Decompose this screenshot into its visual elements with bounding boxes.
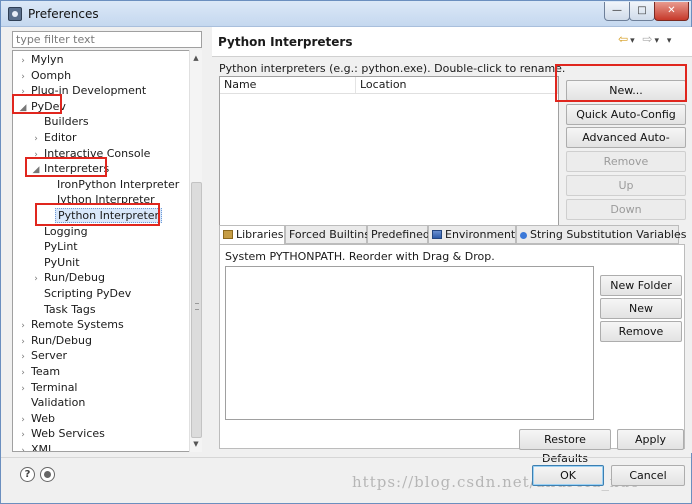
tree-item[interactable]: › Run/Debug [30,270,107,285]
eclipse-app-icon [8,7,22,21]
annotation-box-interpreters [25,157,107,177]
pythonpath-list[interactable] [225,266,594,420]
tree-item[interactable]: › Remote Systems [17,317,126,332]
tree-item-label: XML [31,443,55,452]
tree-item[interactable]: › Terminal [17,380,80,395]
tree-item-label: Server [31,349,68,363]
footer-divider [1,457,691,458]
tree-item-label: Team [31,365,61,378]
tree-item-label: Web Services [31,427,105,441]
tree-item-label: Run/Debug [31,333,92,347]
restore-defaults-button[interactable]: Restore Defaults [519,429,611,465]
tree-item-label: Mylyn [31,53,64,66]
interpreters-description: Python interpreters (e.g.: python.exe). … [219,62,566,75]
tab-forced-builtins[interactable]: Forced Builtins [285,225,370,244]
tree-item-label: Editor [44,131,77,144]
tree-item[interactable]: › Oomph [17,68,73,83]
tab-string-substitution-variables[interactable]: String Substitution Variables [516,225,686,244]
view-menu-icon[interactable]: ▾ [667,36,674,46]
page-title: Python Interpreters [218,35,353,49]
new-egg-zip-button[interactable]: New Egg/Zip(s) [600,298,682,334]
tree-item[interactable]: › Run/Debug [17,333,94,348]
apply-button[interactable]: Apply [617,429,684,450]
tab-libraries[interactable]: Libraries [219,225,285,245]
header-divider [220,93,558,94]
tree-item-label: Builders [44,115,89,129]
remove-interpreter-button[interactable]: Remove [566,151,686,172]
move-up-button[interactable]: Up [566,175,686,196]
column-header-location[interactable]: Location [356,77,558,93]
cancel-button[interactable]: Cancel [611,465,685,486]
remove-path-button[interactable]: Remove [600,321,682,342]
tree-item[interactable]: IronPython Interpreter [43,177,181,192]
library-icon [223,230,233,239]
tree-item-label: Validation [31,396,86,410]
variable-icon [520,232,527,239]
window-title: Preferences [28,7,99,21]
preferences-window: Preferences — □ ✕ ›Mylyn›Oomph›Plug-in D… [0,0,692,504]
tree-item[interactable]: Validation [17,395,87,410]
tree-item-label: Task Tags [44,302,96,316]
annotation-box-python-interpreter [35,203,160,226]
tab-predefined[interactable]: Predefined [367,225,430,244]
annotation-box-new-button [555,64,687,102]
move-down-button[interactable]: Down [566,199,686,220]
page-header: Python Interpreters ⇦▾ ⇨▾ ▾ [212,27,692,57]
collapsed-arrow-icon[interactable]: › [17,444,29,451]
scroll-down-arrow-icon[interactable]: ▼ [190,438,202,450]
title-bar: Preferences — □ ✕ [1,1,691,27]
back-menu-icon[interactable]: ▾ [630,36,637,46]
grip-icon [195,303,199,310]
tree-item[interactable]: Task Tags [30,302,98,317]
tree-item[interactable]: › Team [17,364,62,379]
tree-item[interactable]: › Server [17,348,69,363]
quick-auto-config-button[interactable]: Quick Auto-Config [566,104,686,125]
tree-item[interactable]: Scripting PyDev [30,286,133,301]
environment-icon [432,230,442,239]
column-header-name[interactable]: Name [220,77,356,93]
scroll-up-arrow-icon[interactable]: ▲ [190,52,202,64]
tree-item-label: Scripting PyDev [44,287,132,300]
filter-input[interactable] [12,31,202,48]
page-navigation: ⇦▾ ⇨▾ ▾ [618,32,673,46]
tree-item-label: Run/Debug [44,271,105,285]
tree-item-label: Terminal [31,380,78,394]
scroll-thumb[interactable] [191,182,202,438]
tree-item[interactable]: › Editor [30,130,79,145]
forward-menu-icon[interactable]: ▾ [654,36,661,46]
tree-item-label: PyLint [44,240,78,254]
close-button[interactable]: ✕ [654,2,689,21]
new-folder-button[interactable]: New Folder [600,275,682,296]
tree-item-label: Oomph [31,68,72,82]
advanced-auto-config-button[interactable]: Advanced Auto-Config [566,127,686,163]
minimize-button[interactable]: — [604,2,630,21]
system-pythonpath-label: System PYTHONPATH. Reorder with Drag & D… [225,250,495,263]
tree-item-label: Logging [44,224,88,238]
record-macro-icon[interactable] [40,467,55,482]
tree-item-label: IronPython Interpreter [57,177,180,191]
help-icon[interactable]: ? [20,467,35,482]
tree-item[interactable]: PyUnit [30,255,82,270]
forward-arrow-icon[interactable]: ⇨ [642,32,654,46]
tab-environment[interactable]: Environment [428,225,516,244]
tree-item[interactable]: › Mylyn [17,52,66,67]
ok-button[interactable]: OK [532,465,604,486]
annotation-box-pydev [12,94,62,114]
tree-item[interactable]: › XML [17,442,56,452]
tree-item-label: PyUnit [44,255,80,269]
tree-item-label: Web [31,411,55,425]
tree-item[interactable]: Builders [30,114,91,129]
tree-scrollbar[interactable]: ▲ ▼ [189,50,202,452]
interpreter-tabs: Libraries Forced Builtins Predefined Env… [219,225,686,245]
maximize-button[interactable]: □ [629,2,655,21]
back-arrow-icon[interactable]: ⇦ [618,32,630,46]
tree-item[interactable]: › Web Services [17,426,107,441]
tree-item[interactable]: PyLint [30,239,80,254]
libraries-panel: System PYTHONPATH. Reorder with Drag & D… [219,244,685,449]
tree-item-label: Remote Systems [31,318,124,332]
interpreters-table[interactable]: Name Location [219,76,559,248]
tree-item[interactable]: › Web [17,411,57,426]
